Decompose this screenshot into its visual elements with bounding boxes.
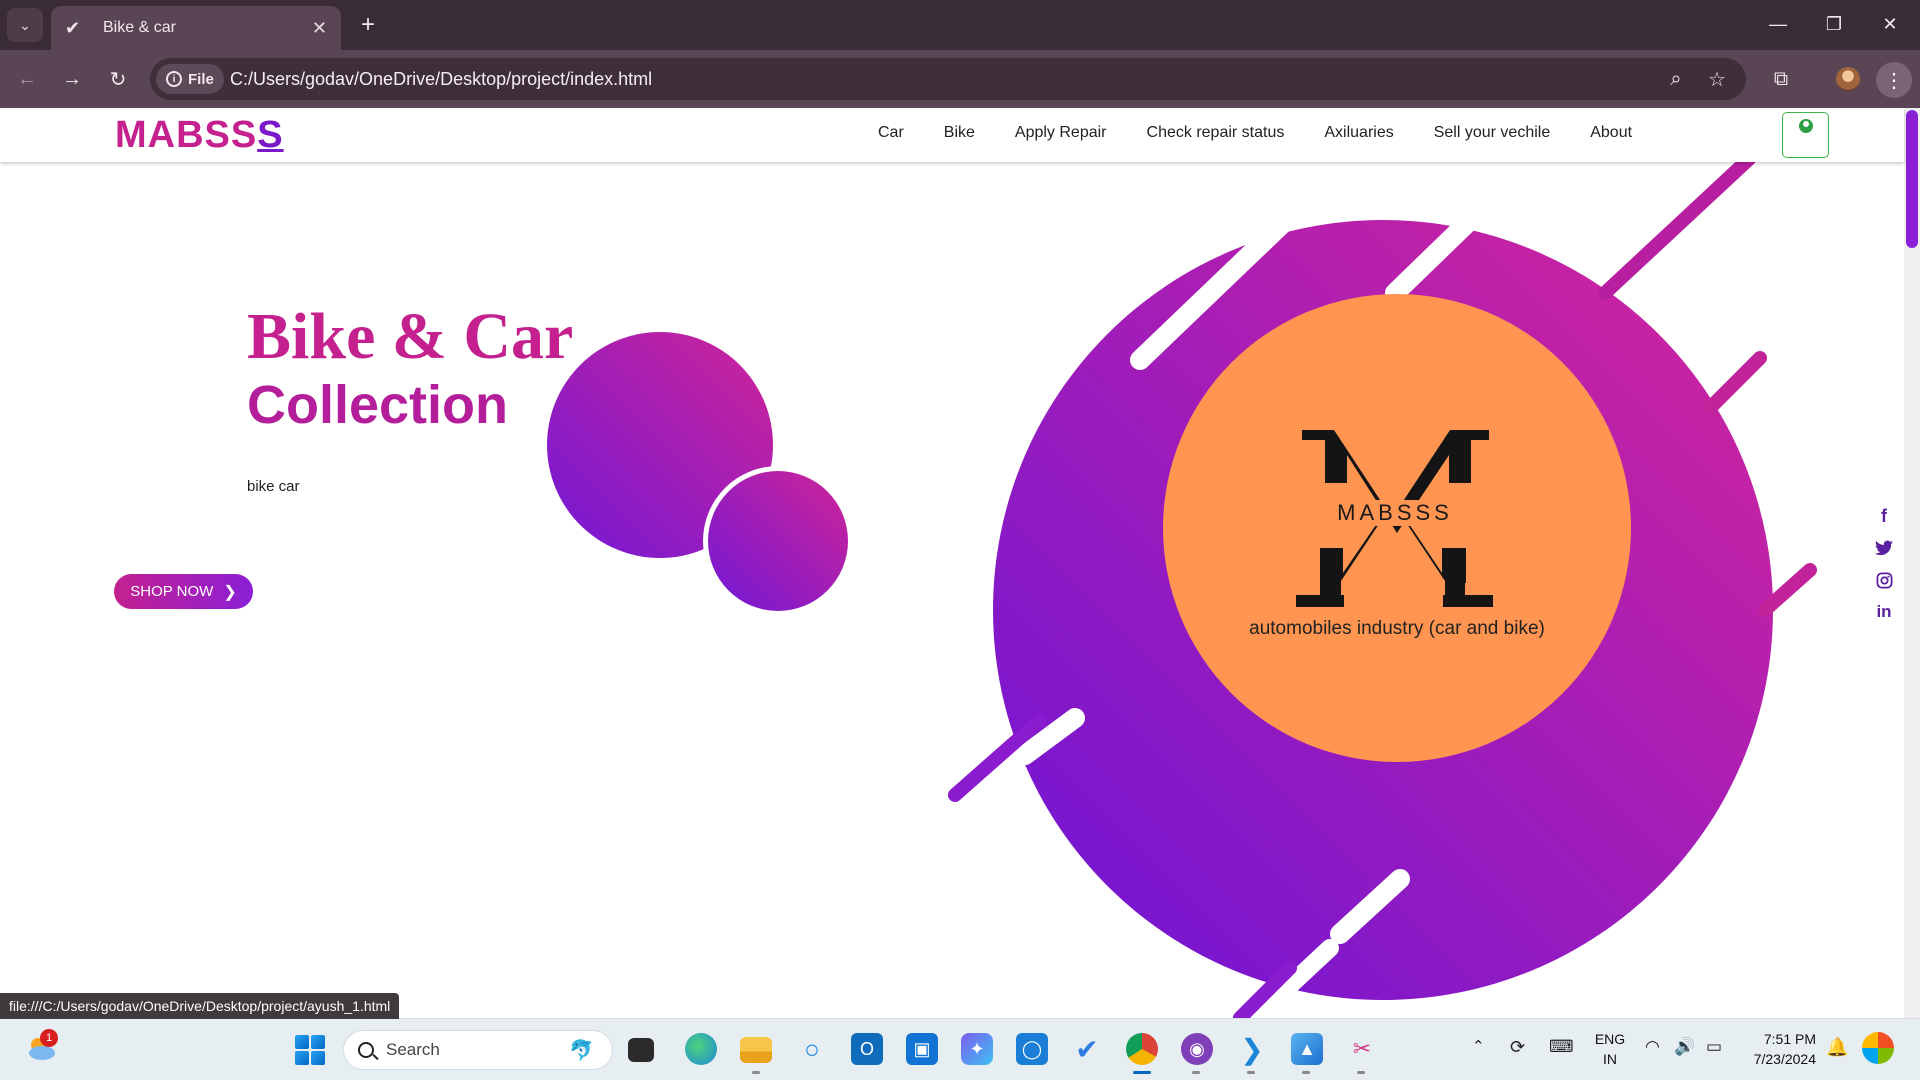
hero-decoration [547,123,1817,1018]
brand-last-letter: S [257,114,284,156]
back-arrow-icon[interactable]: ← [9,62,45,96]
twitter-icon[interactable] [1872,536,1896,560]
notification-bell-icon[interactable]: 🔔 [1826,1037,1848,1058]
window-close-icon[interactable]: ✕ [1862,8,1918,40]
keyboard-icon[interactable]: ⌨ [1549,1037,1574,1057]
file-explorer-icon[interactable] [740,1037,772,1063]
nav-axiluaries[interactable]: Axiluaries [1324,124,1393,142]
weather-badge: 1 [40,1029,58,1047]
search-highlight-icon: 🐬 [569,1039,594,1062]
site-info-chip[interactable]: i File [156,64,224,94]
main-nav: Car Bike Apply Repair Check repair statu… [878,124,1672,142]
nav-about[interactable]: About [1590,124,1632,142]
brand-main: MABSS [115,114,258,156]
linkedin-icon[interactable]: in [1872,600,1896,624]
cortana-icon[interactable]: ○ [796,1033,828,1065]
page-scrollbar-thumb[interactable] [1906,110,1918,248]
site-info-label: File [188,70,214,88]
taskbar-search-placeholder: Search [386,1040,440,1059]
profile-avatar[interactable] [1836,67,1860,91]
nav-car[interactable]: Car [878,124,904,142]
logo-wordmark: MABSSS [1330,500,1460,526]
region-code: IN [1603,1051,1617,1067]
info-icon: i [166,71,182,87]
status-bar-url: file:///C:/Users/godav/OneDrive/Desktop/… [0,993,400,1019]
bookmark-star-icon[interactable]: ☆ [1705,67,1729,91]
zoom-icon[interactable]: ⌕ [1664,67,1688,91]
tab-close-icon[interactable]: ✕ [312,18,327,39]
volume-icon[interactable]: 🔊 [1674,1037,1695,1057]
copilot-icon[interactable]: ✦ [961,1033,993,1065]
tab-favicon-icon: ✔ [65,17,81,38]
edge-icon[interactable] [685,1033,717,1065]
copilot-pre-icon[interactable] [1862,1032,1894,1064]
sync-icon[interactable]: ⟳ [1510,1037,1525,1058]
chrome-icon[interactable] [1126,1033,1158,1065]
teams-icon[interactable]: ▣ [906,1033,938,1065]
hero-subtitle: bike car [247,478,300,495]
browser-tab-bar: ⌄ ✔ Bike & car ✕ + — ❐ ✕ [0,0,1920,50]
search-icon [358,1042,374,1058]
task-view-icon[interactable] [628,1038,654,1062]
browser-menu-icon[interactable]: ⋮ [1876,62,1912,98]
shop-now-button[interactable]: SHOP NOW ❯ [114,574,253,609]
url-text[interactable]: C:/Users/godav/OneDrive/Desktop/project/… [230,69,652,90]
hero-title-line2: Collection [247,375,509,435]
wifi-icon[interactable]: ◠ [1645,1037,1660,1057]
taskbar-search[interactable]: Search 🐬 [343,1030,613,1070]
outlook-icon[interactable]: O [851,1033,883,1065]
battery-icon[interactable]: ▭ [1706,1037,1722,1057]
restore-icon[interactable]: ❐ [1806,8,1862,40]
vscode-icon[interactable]: ❯ [1236,1033,1268,1065]
nav-bike[interactable]: Bike [944,124,975,142]
reload-icon[interactable]: ↻ [100,62,136,96]
logo-tagline: automobiles industry (car and bike) [1249,618,1545,639]
windows-taskbar: 1 Search 🐬 ○ O ▣ ✦ ◯ ✔ ◉ ❯ ▲ ✂ ⌃ ⟳ ⌨ ENG… [0,1018,1920,1080]
extensions-icon[interactable]: ⧉ [1766,64,1796,94]
snipping-tool-icon[interactable]: ✂ [1346,1033,1378,1065]
new-tab-button[interactable]: + [352,10,384,40]
alexa-icon[interactable]: ◯ [1016,1033,1048,1065]
clock-time: 7:51 PM [1763,1031,1816,1047]
chevron-up-icon[interactable]: ⌃ [1472,1037,1485,1055]
user-account-button[interactable] [1782,112,1829,158]
nav-check-repair-status[interactable]: Check repair status [1147,124,1285,142]
shop-now-label: SHOP NOW [130,583,214,600]
web-page: MABSSS automobiles industry (car and bik… [0,108,1920,1018]
clock-date: 7/23/2024 [1753,1051,1816,1067]
hero-title-line1: Bike & Car [247,300,574,373]
site-header: MABSSS Car Bike Apply Repair Check repai… [0,108,1904,162]
clock[interactable]: 7:51 PM 7/23/2024 [1740,1029,1816,1069]
nav-apply-repair[interactable]: Apply Repair [1015,124,1107,142]
tab-search-button[interactable]: ⌄ [7,8,43,42]
chrome-active-indicator [1133,1071,1151,1074]
site-logo[interactable]: MABSSS [115,114,284,157]
browser-toolbar: ← → ↻ i File C:/Users/godav/OneDrive/Des… [0,50,1920,108]
todo-icon[interactable]: ✔ [1071,1033,1103,1065]
nav-sell-vehicle[interactable]: Sell your vechile [1434,124,1551,142]
instagram-icon[interactable] [1872,568,1896,592]
language-code: ENG [1594,1031,1626,1047]
photos-icon[interactable]: ▲ [1291,1033,1323,1065]
browser-tab[interactable]: ✔ Bike & car ✕ [51,6,341,50]
facebook-icon[interactable]: f [1872,504,1896,528]
github-desktop-icon[interactable]: ◉ [1181,1033,1213,1065]
minimize-icon[interactable]: — [1750,8,1806,40]
decor-circle-small [708,471,848,611]
start-button[interactable] [295,1035,325,1065]
user-icon [1798,119,1813,133]
address-bar[interactable]: i File C:/Users/godav/OneDrive/Desktop/p… [150,58,1746,100]
chevron-right-icon: ❯ [223,583,237,601]
language-indicator[interactable]: ENG IN [1592,1029,1628,1069]
forward-arrow-icon[interactable]: → [54,62,90,96]
tab-title: Bike & car [103,19,176,36]
